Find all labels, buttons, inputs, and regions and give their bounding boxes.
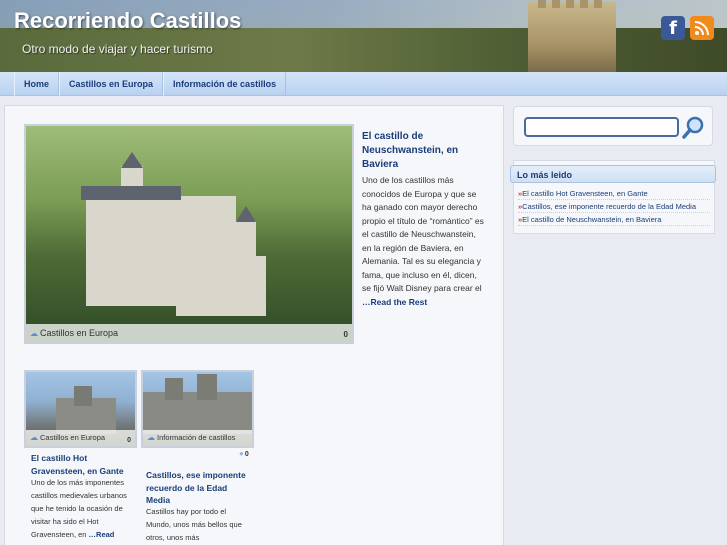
nav-item-informacion-de-castillos[interactable]: Información de castillos <box>163 72 287 96</box>
category-icon: ☁ <box>147 433 155 442</box>
most-read-list: El castillo Hot Gravensteen, en Gante Ca… <box>518 187 710 226</box>
main-content: ☁ Castillos en Europa 0 El castillo de Ne… <box>4 105 504 545</box>
featured-post-image[interactable]: ☁ Castillos en Europa 0 <box>24 124 354 344</box>
post-category-link[interactable]: ☁ Información de castillos <box>143 430 252 446</box>
category-icon: ☁ <box>30 433 38 442</box>
post-title-1[interactable]: El castillo Hot Gravensteen, en Gante <box>31 452 141 477</box>
featured-category-link[interactable]: ☁ Castillos en Europa <box>26 324 352 342</box>
widget-title: Lo más leido <box>510 165 716 183</box>
site-header: Recorriendo Castillos Otro modo de viaja… <box>0 0 727 72</box>
featured-excerpt-text: Uno de los castillos más conocidos de Eu… <box>362 175 484 293</box>
featured-comment-count[interactable]: 0 <box>344 330 348 339</box>
post-category-link[interactable]: ☁ Castillos en Europa <box>26 430 135 446</box>
most-read-item[interactable]: Castillos, ese imponente recuerdo de la … <box>518 200 710 213</box>
nav-item-castillos-en-europa[interactable]: Castillos en Europa <box>59 72 164 96</box>
post-title-2[interactable]: Castillos, ese imponente recuerdo de la … <box>146 469 246 507</box>
featured-post-title[interactable]: El castillo de Neuschwanstein, en Bavier… <box>362 130 482 172</box>
search-icon[interactable] <box>682 115 706 139</box>
featured-post-excerpt: Uno de los castillos más conocidos de Eu… <box>362 174 487 309</box>
most-read-item[interactable]: El castillo Hot Gravensteen, en Gante <box>518 187 710 200</box>
most-read-item[interactable]: El castillo de Neuschwanstein, en Bavier… <box>518 213 710 226</box>
facebook-icon[interactable]: f <box>661 16 685 40</box>
post-excerpt-1: Uno de los más imponentes castillos medi… <box>31 476 131 541</box>
site-tagline: Otro modo de viajar y hacer turismo <box>22 42 213 56</box>
post-category-label[interactable]: Información de castillos <box>157 433 235 442</box>
header-castle-image <box>528 0 616 72</box>
post-comment-count[interactable]: 0 <box>239 449 249 458</box>
category-icon: ☁ <box>30 329 38 338</box>
post-read-more-link[interactable]: …Read <box>89 530 115 539</box>
post-card-image-2[interactable]: ☁ Información de castillos <box>141 370 254 448</box>
site-title[interactable]: Recorriendo Castillos <box>14 8 241 34</box>
search-input[interactable] <box>524 117 679 137</box>
main-nav: Home Castillos en Europa Información de … <box>0 72 727 96</box>
featured-read-more-link[interactable]: …Read the Rest <box>362 297 427 307</box>
featured-category-label[interactable]: Castillos en Europa <box>40 328 118 338</box>
search-widget <box>513 106 713 146</box>
post-card-image-1[interactable]: ☁ Castillos en Europa 0 <box>24 370 137 448</box>
post-excerpt-2: Castillos hay por todo el Mundo, unos má… <box>146 507 242 542</box>
post-comment-count[interactable]: 0 <box>127 437 131 444</box>
post-category-label[interactable]: Castillos en Europa <box>40 433 105 442</box>
most-read-widget: Lo más leido El castillo Hot Gravensteen… <box>510 160 716 234</box>
rss-icon[interactable] <box>690 16 714 40</box>
nav-item-home[interactable]: Home <box>14 72 60 96</box>
